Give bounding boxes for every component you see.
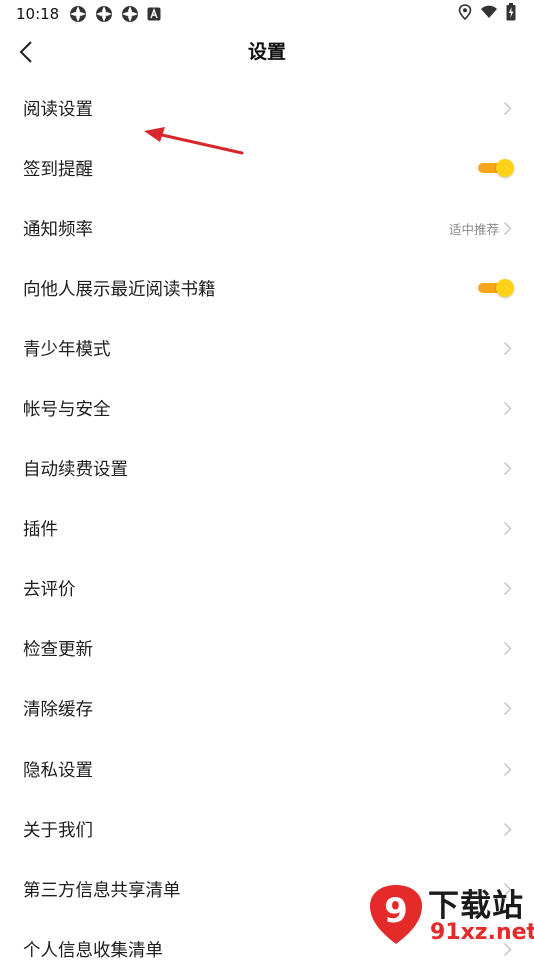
settings-row-label: 向他人展示最近阅读书籍 [23, 279, 216, 300]
settings-row-account-security[interactable]: 帐号与安全 [0, 378, 534, 438]
chevron-right-icon [503, 641, 512, 656]
settings-row-label: 清除缓存 [23, 700, 93, 721]
checkin-reminder-toggle[interactable] [478, 159, 514, 178]
settings-row-label: 插件 [23, 520, 58, 541]
chevron-right-icon [503, 581, 512, 596]
a-badge-icon [147, 7, 161, 21]
header: 设置 [0, 28, 534, 76]
chevron-right-icon [503, 221, 512, 236]
row-right: 适中推荐 [449, 219, 512, 238]
status-right [458, 3, 516, 25]
status-left: 10:18 [16, 5, 161, 23]
chevron-right-icon [503, 822, 512, 837]
app-notification-icon [95, 5, 113, 23]
settings-row-personal-info-collection[interactable]: 个人信息收集清单 [0, 919, 534, 979]
chevron-right-icon [503, 762, 512, 777]
chevron-right-icon [503, 101, 512, 116]
notification-frequency-value: 适中推荐 [448, 221, 499, 237]
settings-row-notification-frequency[interactable]: 通知频率 适中推荐 [0, 198, 534, 258]
settings-row-label: 青少年模式 [23, 339, 111, 360]
settings-row-label: 检查更新 [23, 640, 93, 661]
toggle-thumb [496, 159, 514, 178]
status-bar: 10:18 [0, 0, 534, 28]
app-notification-icon [69, 5, 87, 23]
chevron-right-icon [503, 942, 512, 957]
location-icon [458, 4, 472, 24]
chevron-right-icon [503, 882, 512, 897]
settings-row-label: 自动续费设置 [23, 460, 128, 481]
toggle-thumb [496, 279, 514, 298]
settings-row-about-us[interactable]: 关于我们 [0, 799, 534, 859]
settings-row-third-party-sharing[interactable]: 第三方信息共享清单 [0, 859, 534, 919]
battery-charging-icon [506, 3, 516, 25]
chevron-right-icon [503, 701, 512, 716]
settings-list: 阅读设置 签到提醒 通知频率 适中推荐 向他人展示最近阅读书籍 青少年模式 帐号… [0, 78, 534, 979]
row-right [503, 101, 512, 116]
settings-row-label: 签到提醒 [23, 159, 93, 180]
app-notification-icon [121, 5, 139, 23]
chevron-right-icon [503, 521, 512, 536]
show-recent-books-toggle[interactable] [478, 279, 514, 298]
settings-row-label: 去评价 [23, 580, 76, 601]
settings-row-label: 第三方信息共享清单 [23, 880, 181, 901]
page-title: 设置 [247, 41, 286, 63]
settings-row-auto-renew[interactable]: 自动续费设置 [0, 439, 534, 499]
settings-row-checkin-reminder[interactable]: 签到提醒 [0, 138, 534, 198]
chevron-right-icon [503, 461, 512, 476]
settings-row-clear-cache[interactable]: 清除缓存 [0, 679, 534, 739]
settings-row-check-update[interactable]: 检查更新 [0, 619, 534, 679]
chevron-right-icon [503, 401, 512, 416]
settings-row-show-recent-books[interactable]: 向他人展示最近阅读书籍 [0, 258, 534, 318]
wifi-icon [480, 4, 498, 24]
settings-row-plugins[interactable]: 插件 [0, 499, 534, 559]
settings-row-rate-app[interactable]: 去评价 [0, 559, 534, 619]
settings-row-label: 阅读设置 [23, 99, 93, 120]
chevron-right-icon [503, 341, 512, 356]
settings-row-privacy[interactable]: 隐私设置 [0, 739, 534, 799]
settings-row-label: 通知频率 [23, 219, 93, 240]
settings-row-reading[interactable]: 阅读设置 [0, 78, 534, 138]
settings-row-label: 个人信息收集清单 [23, 940, 163, 961]
settings-row-label: 关于我们 [23, 820, 93, 841]
notification-icons [69, 5, 161, 23]
settings-row-label: 隐私设置 [23, 760, 93, 781]
settings-row-label: 帐号与安全 [23, 400, 111, 421]
status-time: 10:18 [16, 5, 60, 23]
settings-row-teen-mode[interactable]: 青少年模式 [0, 318, 534, 378]
